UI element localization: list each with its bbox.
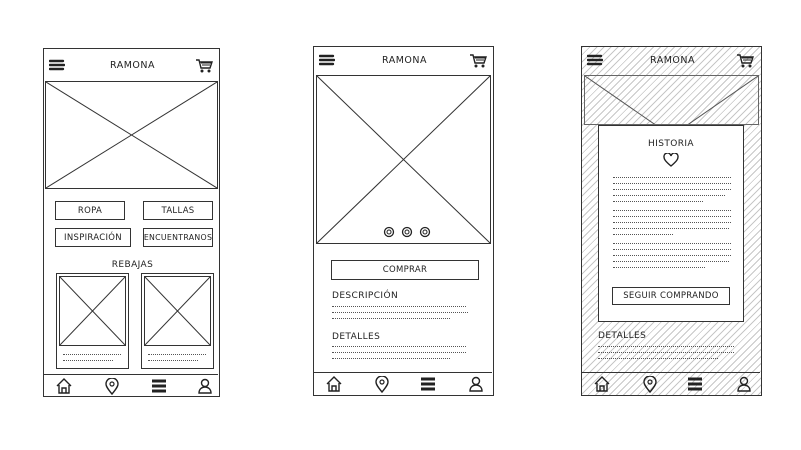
- menu-button[interactable]: [587, 53, 603, 67]
- bottom-nav: [44, 374, 218, 396]
- sale-product-card[interactable]: [141, 273, 214, 369]
- location-button[interactable]: [643, 376, 657, 393]
- profile-button[interactable]: [469, 376, 483, 392]
- list-button[interactable]: [151, 379, 167, 393]
- story-text-placeholder: [613, 189, 731, 191]
- user-icon: [198, 378, 212, 394]
- story-text-placeholder: [613, 222, 731, 224]
- bottom-nav: [314, 372, 492, 394]
- product-image-placeholder: [59, 276, 126, 346]
- details-text-placeholder: [598, 352, 734, 354]
- details-text-placeholder: [332, 358, 450, 360]
- description-text-placeholder: [332, 318, 450, 320]
- story-text-placeholder: [613, 228, 729, 230]
- wireframe-story-modal-screen: RAMONA HISTORIA SEGUIR COMPRANDO DETALLE…: [581, 46, 762, 396]
- list-button[interactable]: [420, 377, 436, 391]
- bottom-nav: [582, 372, 760, 394]
- hamburger-icon: [49, 59, 65, 71]
- description-text-placeholder: [332, 312, 468, 314]
- user-icon: [737, 376, 751, 392]
- product-image-placeholder: [316, 75, 491, 244]
- cart-icon: [470, 54, 487, 68]
- buy-button[interactable]: COMPRAR: [331, 260, 479, 280]
- user-icon: [469, 376, 483, 392]
- location-pin-icon: [105, 378, 119, 395]
- cart-button[interactable]: [469, 53, 487, 69]
- story-text-placeholder: [613, 267, 705, 269]
- modal-title: HISTORIA: [648, 139, 694, 149]
- cart-button[interactable]: [736, 53, 754, 69]
- profile-button[interactable]: [737, 376, 751, 392]
- home-button[interactable]: [56, 378, 72, 394]
- description-label: DESCRIPCIÓN: [332, 291, 399, 301]
- home-icon: [594, 376, 610, 392]
- details-label: DETALLES: [332, 332, 381, 342]
- details-text-placeholder: [598, 358, 718, 360]
- story-text-placeholder: [613, 183, 731, 185]
- story-text-placeholder: [613, 216, 731, 218]
- cart-icon: [737, 54, 754, 68]
- product-image-placeholder: [144, 276, 211, 346]
- location-button[interactable]: [375, 376, 389, 393]
- continue-shopping-button[interactable]: SEGUIR COMPRANDO: [612, 287, 730, 305]
- location-button[interactable]: [105, 378, 119, 395]
- list-icon: [152, 379, 166, 393]
- list-icon: [421, 377, 435, 391]
- sale-section-title: REBAJAS: [111, 260, 154, 270]
- home-icon: [326, 376, 342, 392]
- details-text-placeholder: [332, 352, 466, 354]
- location-pin-icon: [643, 376, 657, 393]
- list-button[interactable]: [687, 377, 703, 391]
- product-text-placeholder: [63, 360, 113, 362]
- story-text-placeholder: [613, 255, 731, 257]
- category-button-ropa[interactable]: ROPA: [55, 201, 125, 220]
- product-text-placeholder: [63, 354, 121, 356]
- story-text-placeholder: [613, 201, 703, 203]
- story-text-placeholder: [613, 243, 731, 245]
- location-pin-icon: [375, 376, 389, 393]
- story-modal: HISTORIA SEGUIR COMPRANDO: [598, 125, 744, 322]
- hero-image-placeholder: [45, 81, 218, 189]
- description-text-placeholder: [332, 306, 466, 308]
- product-text-placeholder: [148, 360, 198, 362]
- story-text-placeholder: [613, 195, 725, 197]
- menu-button[interactable]: [319, 53, 335, 67]
- heart-icon: [663, 153, 679, 167]
- app-title: RAMONA: [382, 55, 427, 66]
- story-text-placeholder: [613, 261, 729, 263]
- home-button[interactable]: [594, 376, 610, 392]
- category-button-inspiracion[interactable]: INSPIRACIÓN: [55, 228, 131, 247]
- details-text-placeholder: [598, 346, 734, 348]
- cart-button[interactable]: [195, 58, 213, 74]
- story-text-placeholder: [613, 177, 731, 179]
- carousel-dots[interactable]: [383, 226, 433, 239]
- hamburger-icon: [587, 54, 603, 66]
- home-icon: [56, 378, 72, 394]
- wireframe-home-screen: RAMONA ROPA TALLAS INSPIRACIÓN ENCUENTRA…: [43, 48, 220, 397]
- story-text-placeholder: [613, 249, 731, 251]
- cart-icon: [196, 59, 213, 73]
- sale-product-card[interactable]: [56, 273, 129, 369]
- wireframe-product-screen: RAMONA COMPRAR DESCRIPCIÓN DETALLES: [313, 46, 494, 396]
- app-title: RAMONA: [650, 55, 695, 66]
- profile-button[interactable]: [198, 378, 212, 394]
- home-button[interactable]: [326, 376, 342, 392]
- list-icon: [688, 377, 702, 391]
- menu-button[interactable]: [49, 58, 65, 72]
- story-text-placeholder: [613, 210, 731, 212]
- details-label: DETALLES: [598, 331, 647, 341]
- story-text-placeholder: [613, 234, 673, 236]
- product-text-placeholder: [148, 354, 206, 356]
- category-button-encuentranos[interactable]: ENCUENTRANOS: [143, 228, 213, 247]
- category-button-tallas[interactable]: TALLAS: [143, 201, 213, 220]
- details-text-placeholder: [332, 346, 466, 348]
- background-image-placeholder: [584, 75, 759, 125]
- hamburger-icon: [319, 54, 335, 66]
- app-title: RAMONA: [110, 60, 155, 71]
